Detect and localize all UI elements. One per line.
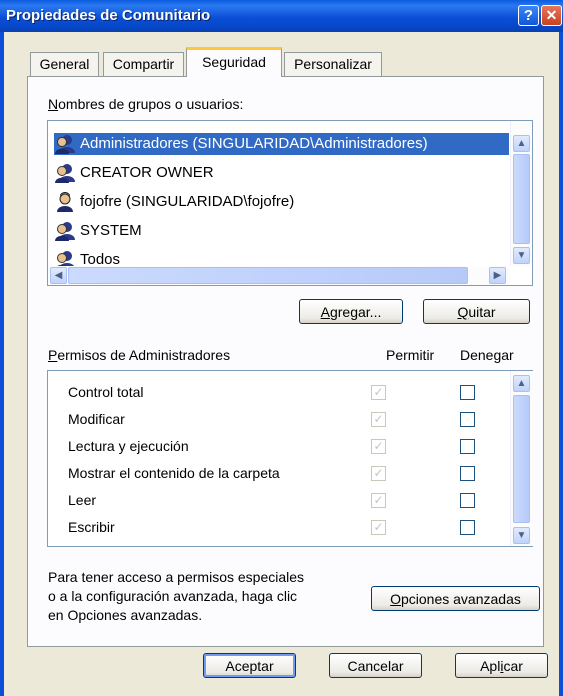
allow-header: Permitir [386, 347, 435, 363]
add-button[interactable]: Agregar... [299, 299, 403, 324]
deny-checkbox[interactable] [460, 439, 475, 454]
apply-button[interactable]: Aplicar [455, 653, 548, 678]
remove-button-label: uitar [468, 304, 496, 320]
allow-checkbox: ✓ [371, 466, 386, 481]
permission-name: Control total [68, 384, 144, 400]
help-button[interactable]: ? [518, 5, 539, 26]
advanced-text-line-3: en Opciones avanzadas. [48, 607, 203, 623]
advanced-text-line-2: o a la configuración avanzada, haga clic [48, 588, 298, 604]
perm-scroll-down-icon[interactable]: ▼ [513, 527, 530, 544]
group-icon [54, 221, 76, 242]
permissions-scrollbar[interactable]: ▲ ▼ [510, 371, 533, 546]
perm-scroll-thumb[interactable] [513, 395, 530, 523]
user-name: CREATOR OWNER [80, 164, 214, 181]
deny-checkbox[interactable] [460, 520, 475, 535]
window-title: Propiedades de Comunitario [6, 7, 211, 24]
permissions-label: Permisos de Administradores [48, 347, 230, 363]
deny-header: Denegar [460, 347, 514, 363]
add-button-label: gregar... [329, 304, 382, 320]
tab-seguridad[interactable]: Seguridad [186, 47, 282, 77]
perm-scroll-up-icon[interactable]: ▲ [513, 375, 530, 392]
allow-checkbox: ✓ [371, 493, 386, 508]
scroll-h-thumb[interactable] [68, 267, 468, 284]
deny-checkbox[interactable] [460, 466, 475, 481]
permission-name: Escribir [68, 519, 115, 535]
advanced-options-button[interactable]: Opciones avanzadas [371, 586, 540, 611]
groups-label: Nombres de grupos o usuarios: [48, 96, 244, 112]
permission-name: Mostrar el contenido de la carpeta [68, 465, 280, 481]
scroll-down-icon[interactable]: ▼ [513, 247, 530, 264]
advanced-button-label: pciones avanzadas [401, 591, 521, 607]
deny-checkbox[interactable] [460, 493, 475, 508]
user-list-item[interactable]: SYSTEM [54, 220, 509, 242]
users-horizontal-scrollbar[interactable]: ◀ ▶ [48, 266, 510, 285]
user-name: Administradores (SINGULARIDAD\Administra… [80, 135, 428, 152]
add-button-accel: A [320, 304, 330, 320]
permissions-label-rest: ermisos de Administradores [57, 347, 231, 363]
tab-personalizar[interactable]: Personalizar [284, 52, 382, 76]
permission-name: Leer [68, 492, 97, 508]
scroll-right-icon[interactable]: ▶ [489, 267, 506, 284]
deny-checkbox[interactable] [460, 412, 475, 427]
window-border-right [559, 32, 563, 696]
permissions-label-accel: P [48, 347, 58, 363]
cancel-button[interactable]: Cancelar [329, 653, 422, 678]
advanced-description: Para tener acceso a permisos especiales … [48, 568, 304, 625]
allow-checkbox: ✓ [371, 412, 386, 427]
group-icon [54, 134, 76, 155]
remove-button[interactable]: Quitar [423, 299, 530, 324]
remove-button-accel: Q [457, 304, 469, 320]
user-name: SYSTEM [80, 222, 142, 239]
allow-checkbox: ✓ [371, 385, 386, 400]
group-icon [54, 163, 76, 184]
permission-name: Lectura y ejecución [68, 438, 189, 454]
groups-label-rest: ombres de grupos o usuarios: [58, 96, 244, 112]
user-icon [54, 192, 76, 213]
close-button[interactable]: ✕ [541, 5, 562, 26]
window-border-left [0, 32, 4, 696]
user-list-item[interactable]: CREATOR OWNER [54, 162, 509, 184]
users-vertical-scrollbar[interactable]: ▲ ▼ [510, 121, 532, 266]
title-bar[interactable]: Propiedades de Comunitario ? ✕ [0, 0, 563, 32]
scroll-thumb[interactable] [513, 154, 530, 244]
users-list[interactable]: Administradores (SINGULARIDAD\Administra… [47, 120, 533, 286]
user-name: fojofre (SINGULARIDAD\fojofre) [80, 193, 295, 210]
tab-compartir[interactable]: Compartir [103, 52, 184, 76]
apply-label-part: Apl [480, 658, 501, 674]
apply-label-rest: car [503, 658, 523, 674]
ok-button[interactable]: Aceptar [203, 653, 296, 678]
user-list-item[interactable]: Administradores (SINGULARIDAD\Administra… [54, 133, 509, 155]
advanced-text-line-1: Para tener acceso a permisos especiales [48, 569, 305, 585]
allow-checkbox: ✓ [371, 439, 386, 454]
allow-checkbox: ✓ [371, 520, 386, 535]
deny-checkbox[interactable] [460, 385, 475, 400]
permission-name: Modificar [68, 411, 125, 427]
user-list-item[interactable]: fojofre (SINGULARIDAD\fojofre) [54, 191, 509, 213]
scroll-left-icon[interactable]: ◀ [50, 267, 67, 284]
advanced-button-accel: O [390, 591, 401, 607]
scroll-up-icon[interactable]: ▲ [513, 135, 530, 152]
tab-general[interactable]: General [30, 52, 99, 76]
permissions-list[interactable]: Control total ✓ Modificar ✓ Lectura y ejecuc… [47, 370, 533, 547]
